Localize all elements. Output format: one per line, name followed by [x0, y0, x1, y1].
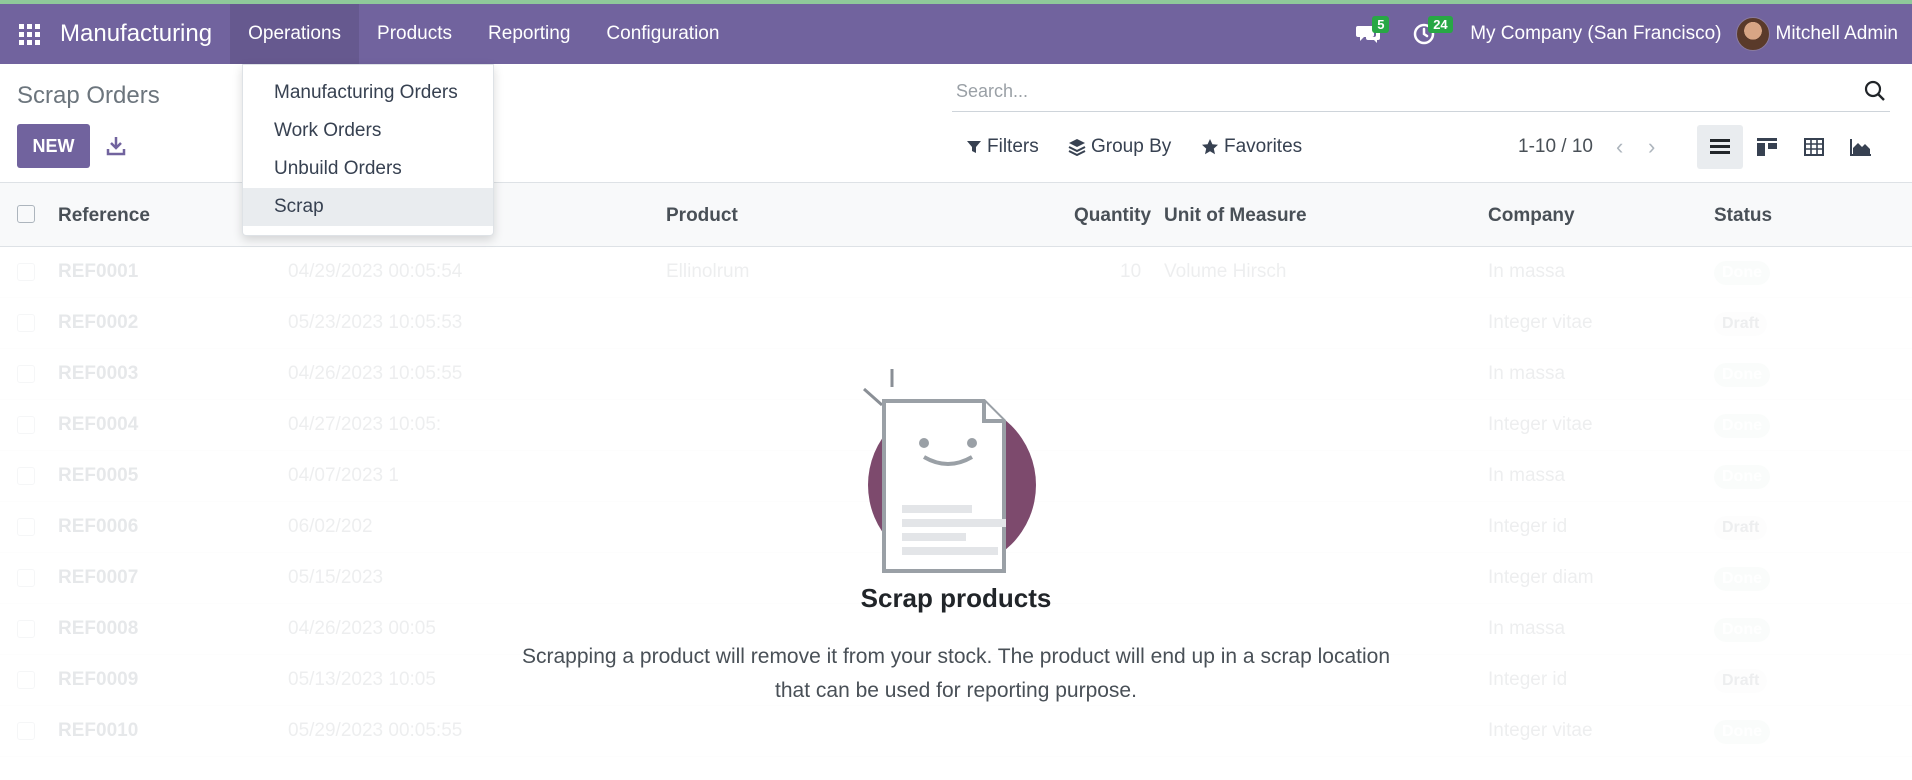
- column-unit-of-measure[interactable]: Unit of Measure: [1164, 205, 1307, 227]
- page-title[interactable]: Scrap Orders: [17, 82, 160, 110]
- app-brand[interactable]: Manufacturing: [60, 20, 212, 48]
- pivot-view-button[interactable]: [1791, 125, 1837, 169]
- operations-dropdown: Manufacturing Orders Work Orders Unbuild…: [242, 64, 494, 236]
- scrap-illustration-icon: [863, 369, 1036, 573]
- pager-value[interactable]: 1-10 / 10: [1518, 136, 1593, 158]
- kanban-view-icon: [1757, 138, 1777, 156]
- column-company[interactable]: Company: [1488, 205, 1575, 227]
- group-by-button[interactable]: Group By: [1068, 136, 1171, 158]
- star-icon: [1202, 139, 1218, 155]
- kanban-view-button[interactable]: [1744, 125, 1790, 169]
- favorites-label: Favorites: [1224, 136, 1303, 157]
- graph-view-button[interactable]: [1838, 125, 1884, 169]
- filters-label: Filters: [987, 136, 1039, 157]
- apps-menu-icon[interactable]: [0, 4, 58, 64]
- dropdown-item-work-orders[interactable]: Work Orders: [243, 112, 493, 150]
- filters-button[interactable]: Filters: [966, 136, 1039, 158]
- area-chart-icon: [1850, 139, 1871, 156]
- pager-previous-icon[interactable]: ‹: [1616, 134, 1623, 160]
- column-product[interactable]: Product: [666, 205, 738, 227]
- new-button[interactable]: NEW: [17, 124, 90, 168]
- favorites-button[interactable]: Favorites: [1201, 136, 1302, 158]
- search-icon[interactable]: [1864, 80, 1886, 102]
- layers-icon: [1068, 139, 1086, 156]
- menu-reporting[interactable]: Reporting: [470, 4, 588, 64]
- company-switcher[interactable]: My Company (San Francisco): [1470, 23, 1721, 45]
- column-quantity[interactable]: Quantity: [1074, 205, 1151, 227]
- list-view-button[interactable]: [1697, 125, 1743, 169]
- top-navbar: Manufacturing Operations Products Report…: [0, 4, 1912, 64]
- column-status[interactable]: Status: [1714, 205, 1772, 227]
- list-view-icon: [1710, 139, 1730, 154]
- messages-badge: 5: [1372, 16, 1390, 33]
- user-name: Mitchell Admin: [1775, 23, 1899, 44]
- search-bar[interactable]: Search...: [952, 72, 1890, 112]
- menu-products[interactable]: Products: [359, 4, 470, 64]
- activities-badge: 24: [1428, 16, 1453, 33]
- help-title: Scrap products: [860, 583, 1052, 613]
- download-icon[interactable]: [104, 134, 128, 158]
- activities-button[interactable]: 24: [1404, 14, 1453, 54]
- select-all-checkbox[interactable]: [17, 205, 35, 223]
- pager-next-icon[interactable]: ›: [1648, 134, 1655, 160]
- dropdown-item-unbuild-orders[interactable]: Unbuild Orders: [243, 150, 493, 188]
- menu-operations[interactable]: Operations: [230, 4, 360, 64]
- user-menu[interactable]: Mitchell Admin: [1735, 17, 1899, 51]
- avatar: [1735, 17, 1770, 51]
- dropdown-item-scrap[interactable]: Scrap: [243, 188, 493, 226]
- group-by-label: Group By: [1091, 136, 1172, 157]
- messages-button[interactable]: 5: [1348, 14, 1390, 54]
- filter-icon: [967, 141, 981, 153]
- search-input[interactable]: Search...: [956, 81, 1028, 102]
- help-text: Scrapping a product will remove it from …: [521, 645, 1391, 702]
- table-icon: [1804, 138, 1824, 156]
- dropdown-item-manufacturing-orders[interactable]: Manufacturing Orders: [243, 74, 493, 112]
- column-reference[interactable]: Reference: [58, 205, 150, 227]
- menu-configuration[interactable]: Configuration: [588, 4, 737, 64]
